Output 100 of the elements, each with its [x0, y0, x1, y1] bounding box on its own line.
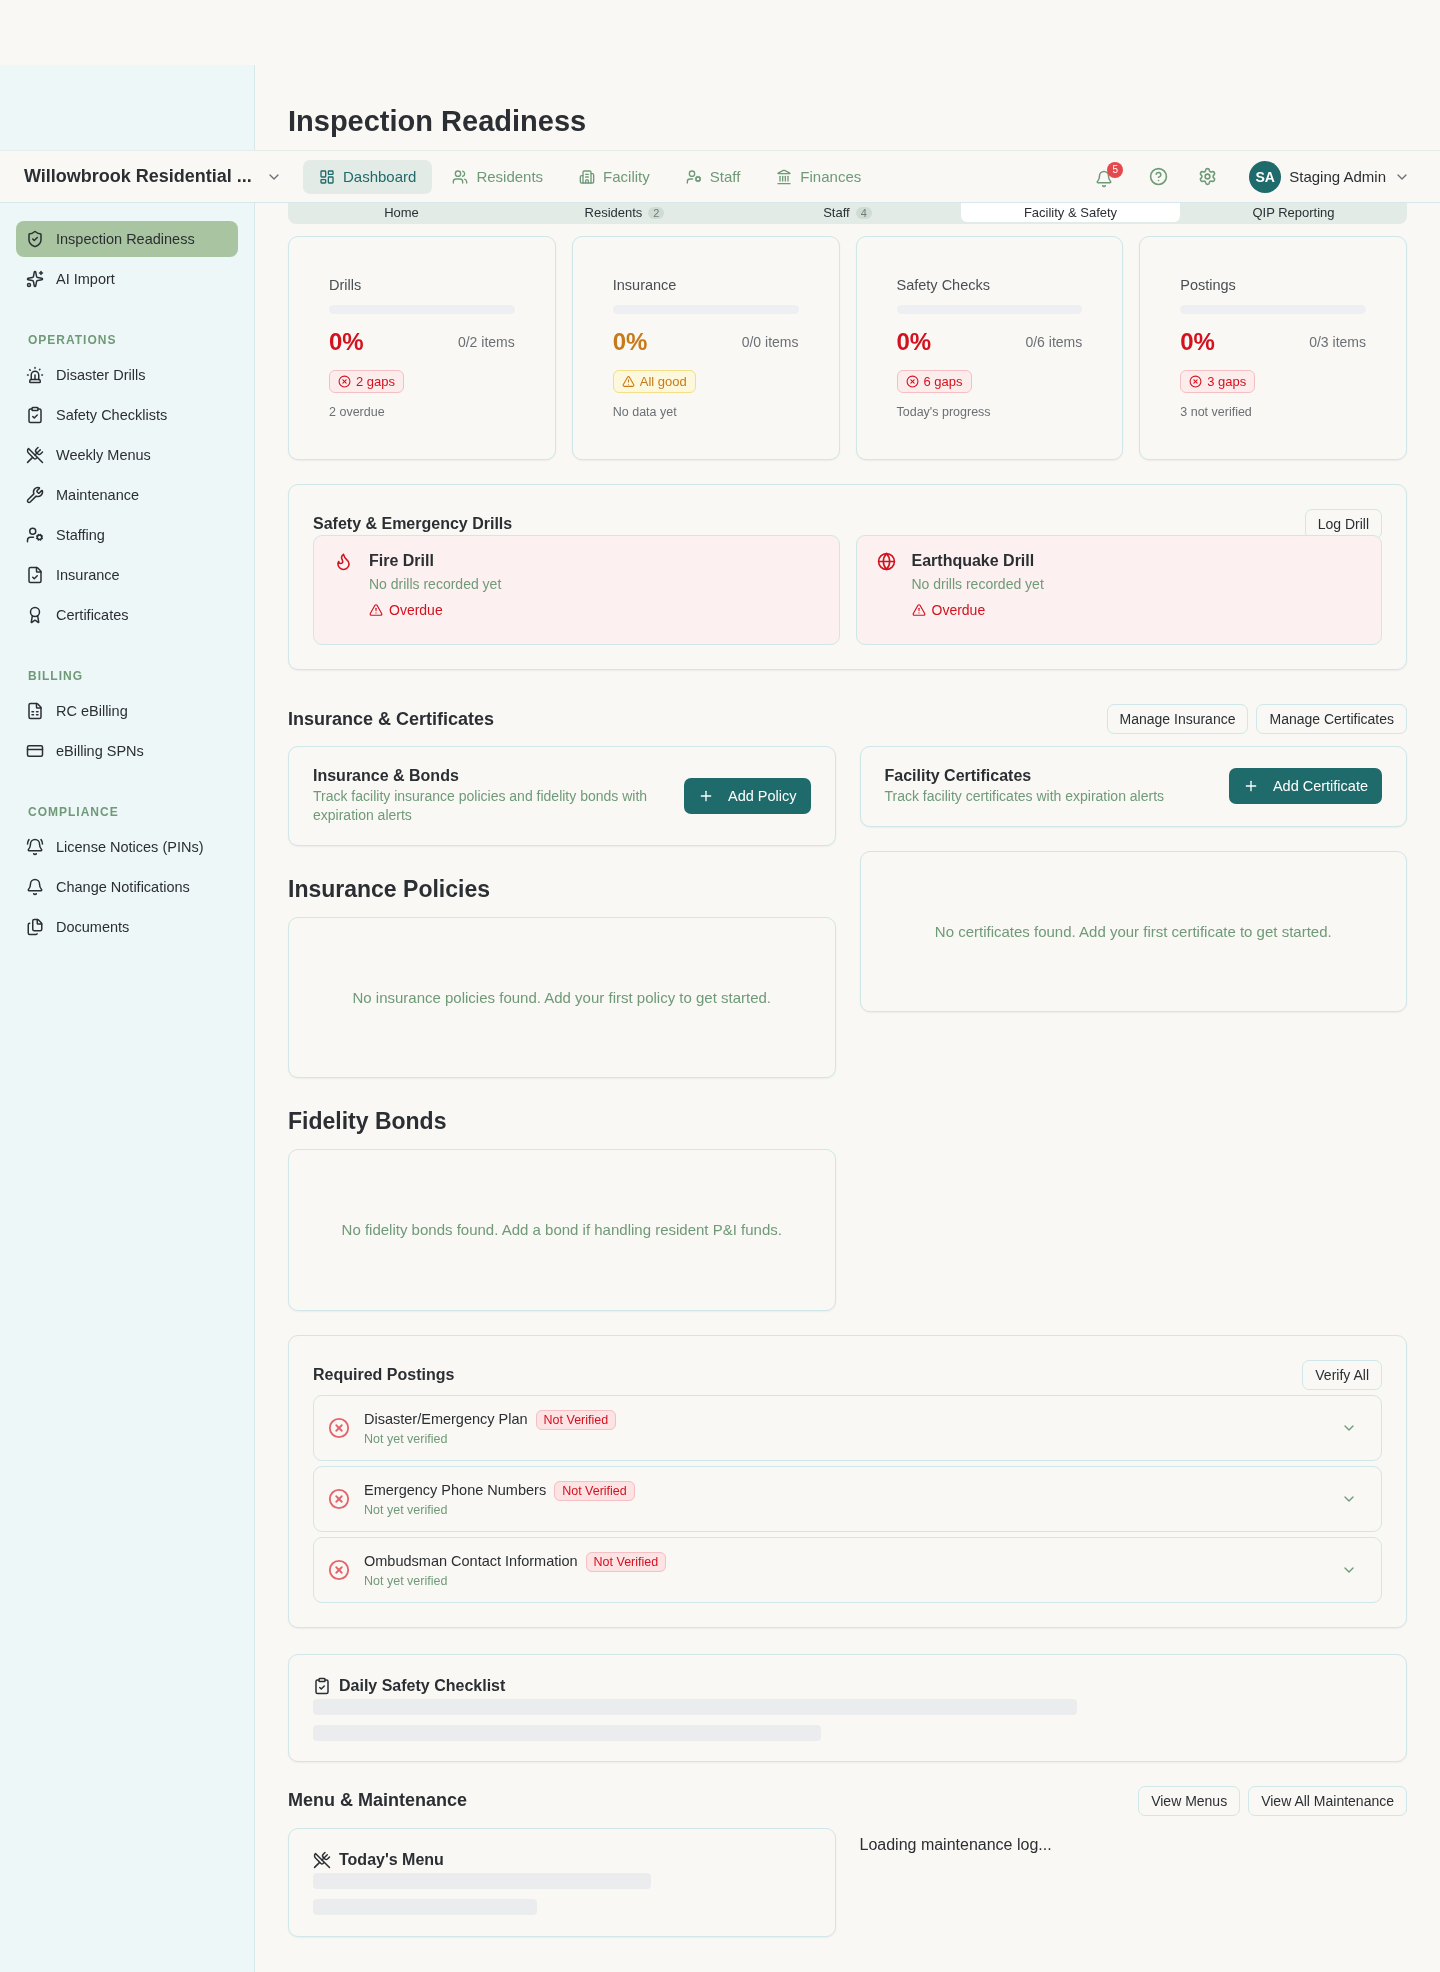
credit-card-icon — [26, 742, 44, 760]
spreadsheet-icon — [26, 702, 44, 720]
manage-button[interactable]: Manage Certificates — [1256, 704, 1407, 734]
posting-name: Disaster/Emergency Plan — [364, 1410, 528, 1427]
sidebar-section-title: COMPLIANCE — [28, 805, 120, 819]
posting-detail: Not yet verified — [364, 1431, 449, 1446]
overdue-status: Overdue — [369, 602, 502, 618]
section-title: Menu & Maintenance — [288, 1790, 468, 1812]
sidebar-item[interactable]: Inspection Readiness — [16, 221, 238, 257]
overdue-status: Overdue — [911, 602, 1044, 618]
sidebar-item[interactable]: Documents — [16, 909, 238, 945]
status-badge: All good — [612, 370, 696, 393]
notification-count: 5 — [1107, 161, 1124, 178]
sub-tab[interactable]: Facility & Safety — [961, 203, 1180, 222]
globe-icon — [876, 552, 896, 571]
sidebar-item[interactable]: Maintenance — [16, 477, 238, 513]
view-button[interactable]: View Menus — [1138, 1785, 1241, 1816]
page-title: Inspection Readiness — [287, 105, 588, 139]
sidebar-item[interactable]: AI Import — [16, 261, 238, 297]
avatar: SA — [1249, 160, 1282, 193]
stat-note: 2 overdue — [329, 405, 386, 419]
drill-detail: No drills recorded yet — [369, 576, 502, 592]
stat-percent: 0% — [896, 328, 932, 356]
stat-items: 0/0 items — [741, 334, 799, 350]
sidebar-item[interactable]: Weekly Menus — [16, 437, 238, 473]
section-title: Insurance & Certificates — [288, 708, 495, 730]
user-menu[interactable]: SA Staging Admin — [1243, 159, 1416, 194]
status-badge: 6 gaps — [896, 370, 972, 393]
card-title: Daily Safety Checklist — [339, 1676, 506, 1695]
sidebar-item[interactable]: Staffing — [16, 517, 238, 553]
verify-all-button[interactable]: Verify All — [1302, 1359, 1382, 1390]
posting-row[interactable]: Ombudsman Contact Information Not Verified Not yet verified — [313, 1536, 1382, 1603]
sub-tab[interactable]: Residents 2 — [515, 203, 734, 222]
notifications-button[interactable]: 5 — [1091, 161, 1124, 192]
sidebar-section-title: OPERATIONS — [28, 333, 118, 347]
view-button[interactable]: View All Maintenance — [1248, 1785, 1407, 1816]
siren-icon — [26, 366, 44, 384]
posting-detail: Not yet verified — [364, 1502, 449, 1517]
stat-items: 0/6 items — [1025, 334, 1083, 350]
x-circle-icon — [1189, 375, 1203, 388]
add-policy-button[interactable]: Add Policy — [684, 777, 811, 814]
sparkles-icon — [26, 270, 44, 288]
sidebar-item[interactable]: eBilling SPNs — [16, 733, 238, 769]
card-description: Track facility insurance policies and fidelity bonds with expiration alerts — [313, 787, 649, 825]
clipboard-icon — [313, 1676, 331, 1695]
stat-note: 3 not verified — [1180, 405, 1253, 419]
warning-icon — [369, 603, 383, 617]
posting-name: Ombudsman Contact Information — [364, 1552, 578, 1569]
sub-tab[interactable]: QIP Reporting — [1184, 203, 1403, 222]
sidebar-item[interactable]: Change Notifications — [16, 869, 238, 905]
posting-row[interactable]: Disaster/Emergency Plan Not Verified Not yet verified — [313, 1394, 1382, 1461]
sidebar-section-title: BILLING — [28, 669, 84, 683]
empty-message: No fidelity bonds found. Add a bond if handling resident P&I funds. — [341, 1221, 782, 1239]
status-badge: 3 gaps — [1180, 370, 1256, 393]
stat-percent: 0% — [1180, 328, 1215, 356]
stat-note: Today's progress — [896, 405, 992, 419]
drill-name: Fire Drill — [369, 552, 435, 570]
flame-icon — [334, 552, 353, 571]
x-circle-icon — [905, 375, 919, 388]
posting-detail: Not yet verified — [364, 1573, 449, 1588]
status-badge: Not Verified — [554, 1480, 635, 1501]
x-circle-icon — [338, 375, 351, 388]
section-title: Required Postings — [313, 1365, 455, 1384]
sub-tab[interactable]: Home — [292, 203, 511, 222]
drill-detail: No drills recorded yet — [911, 576, 1044, 592]
users-icon — [452, 168, 469, 185]
sidebar-item[interactable]: RC eBilling — [16, 693, 238, 729]
facility-name: Willowbrook Residential ... — [24, 166, 252, 187]
sidebar-item[interactable]: Safety Checklists — [16, 397, 238, 433]
loading-message: Loading maintenance log... — [859, 1834, 1053, 1855]
manage-button[interactable]: Manage Insurance — [1106, 704, 1249, 734]
user-gear-icon — [26, 526, 44, 544]
sidebar-item[interactable]: Certificates — [16, 597, 238, 633]
card-title: Facility Certificates — [884, 767, 1033, 785]
sidebar-item[interactable]: License Notices (PINs) — [16, 829, 238, 865]
stat-percent: 0% — [612, 328, 648, 356]
card-title: Insurance & Bonds — [313, 767, 460, 785]
drill-name: Earthquake Drill — [911, 552, 1036, 570]
utensils-icon — [313, 1850, 331, 1869]
empty-message: No certificates found. Add your first certificate to get started. — [934, 922, 1332, 940]
dashboard-icon — [319, 168, 335, 185]
user-gear-icon — [685, 168, 702, 185]
bell-icon — [1095, 169, 1114, 188]
building-icon — [579, 168, 596, 185]
status-badge: Not Verified — [585, 1551, 667, 1572]
sidebar-item[interactable]: Disaster Drills — [16, 357, 238, 393]
section-title: Fidelity Bonds — [288, 1107, 448, 1135]
utensils-icon — [26, 446, 44, 464]
stat-label: Insurance — [612, 277, 678, 293]
bank-icon — [776, 168, 793, 185]
status-badge: 2 gaps — [329, 370, 405, 393]
sub-tab[interactable]: Staff 4 — [738, 203, 957, 222]
nav-tab[interactable]: Dashboard — [303, 159, 433, 194]
add-certificate-button[interactable]: Add Certificate — [1228, 768, 1382, 805]
sidebar-item[interactable]: Insurance — [16, 557, 238, 593]
wrench-icon — [26, 486, 44, 504]
stat-items: 0/2 items — [457, 334, 515, 350]
stat-note: No data yet — [612, 405, 678, 419]
stat-label: Drills — [329, 277, 363, 293]
posting-row[interactable]: Emergency Phone Numbers Not Verified Not yet verified — [313, 1465, 1382, 1532]
